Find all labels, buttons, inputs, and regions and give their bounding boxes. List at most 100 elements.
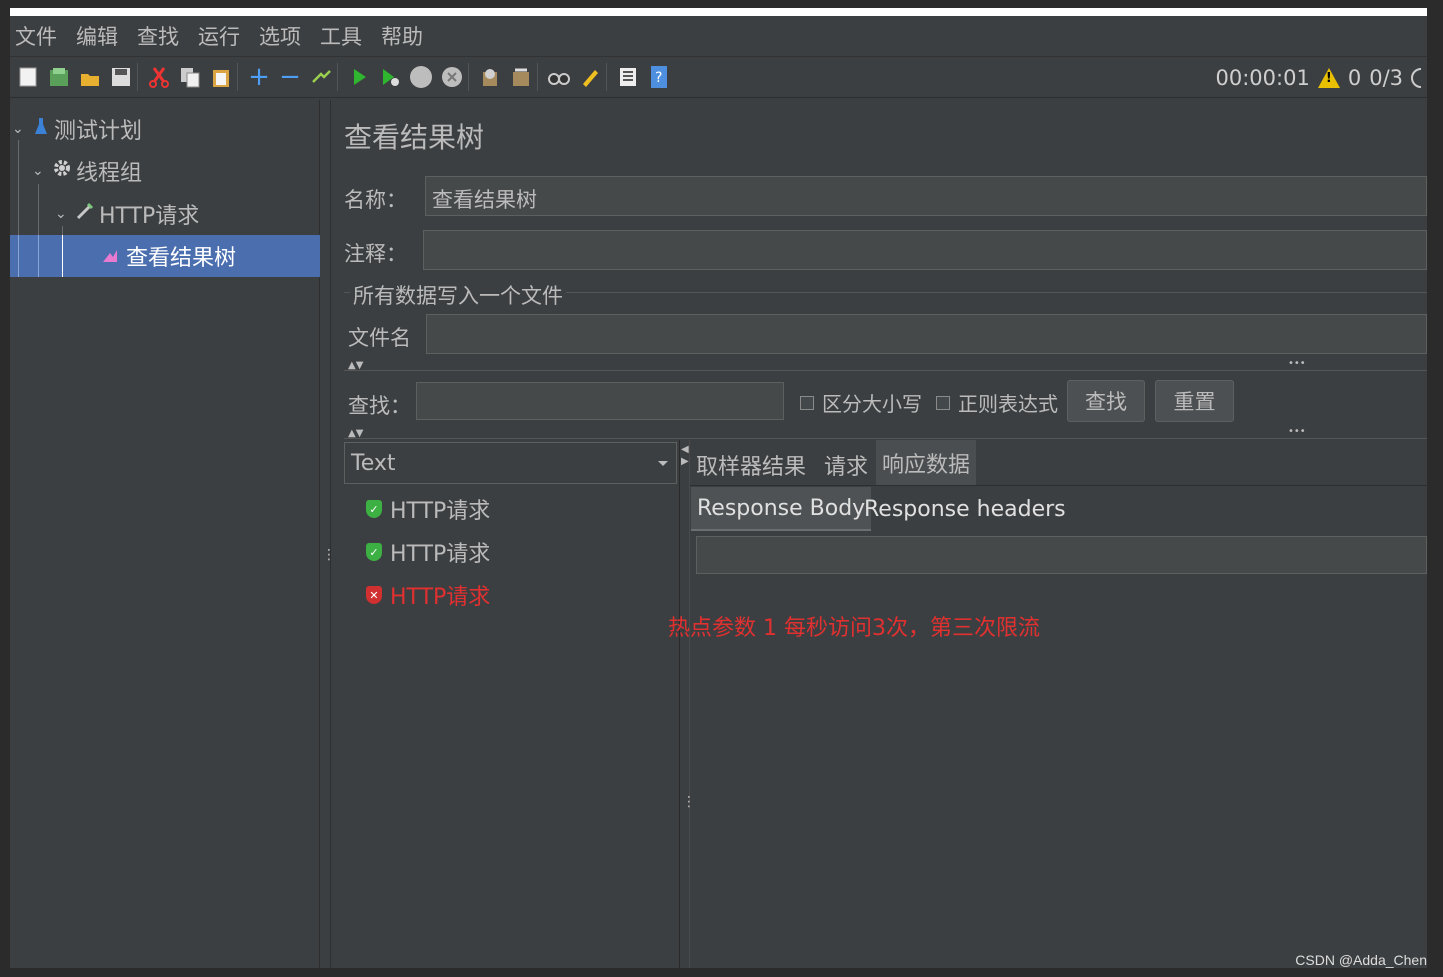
tab-underline	[690, 485, 1427, 486]
red-annotation-text: 热点参数 1 每秒访问3次，第三次限流	[668, 616, 1040, 641]
toolbar: + − ? 00:00:01 0 0/3	[10, 56, 1427, 98]
copy-icon[interactable]	[177, 64, 203, 90]
clear-icon[interactable]	[477, 64, 503, 90]
tab-response-body[interactable]: Response Body	[691, 487, 872, 531]
pane-divider[interactable]	[689, 440, 690, 968]
toolbar-separator	[337, 63, 338, 91]
result-label: HTTP请求	[390, 585, 491, 610]
tree-item-label: HTTP请求	[99, 204, 200, 229]
warning-icon[interactable]	[1317, 68, 1340, 88]
menu-search[interactable]: 查找	[132, 21, 184, 51]
watermark: CSDN @Adda_Chen	[1295, 952, 1427, 968]
checkbox-box[interactable]	[800, 395, 814, 410]
tree-guide-line	[18, 235, 19, 277]
result-item[interactable]: ✓ HTTP请求	[366, 490, 490, 528]
splitter-arrows[interactable]: ◀ ▶	[681, 444, 689, 468]
menu-bar: 文件 编辑 查找 运行 选项 工具 帮助	[10, 16, 1427, 56]
help-icon[interactable]: ?	[646, 64, 672, 90]
function-helper-icon[interactable]	[615, 64, 641, 90]
comment-label: 注释：	[344, 242, 407, 266]
save-icon[interactable]	[108, 64, 134, 90]
menu-help[interactable]: 帮助	[376, 21, 428, 51]
checkbox-box[interactable]	[936, 395, 950, 410]
pane-divider[interactable]	[330, 100, 331, 968]
result-item[interactable]: ✓ HTTP请求	[366, 533, 490, 571]
svg-text:?: ?	[655, 70, 662, 86]
renderer-select[interactable]: Text	[344, 442, 677, 484]
toolbar-separator	[137, 63, 138, 91]
chevron-down-icon[interactable]: ⌄	[32, 163, 48, 179]
response-body-field[interactable]	[696, 536, 1427, 574]
toolbar-status: 00:00:01 0 0/3	[1216, 57, 1421, 99]
paste-icon[interactable]	[208, 64, 234, 90]
filename-field[interactable]	[426, 314, 1427, 354]
search-label: 查找：	[348, 394, 411, 418]
checkbox-label: 正则表达式	[958, 392, 1058, 416]
templates-icon[interactable]	[46, 64, 72, 90]
menu-file[interactable]: 文件	[10, 21, 62, 51]
stop-icon[interactable]	[408, 64, 434, 90]
find-button[interactable]: 查找	[1067, 380, 1145, 422]
open-icon[interactable]	[77, 64, 103, 90]
tab-request[interactable]: 请求	[818, 444, 874, 486]
left-splitter-grip[interactable]: ⋮	[322, 548, 336, 562]
pane-divider[interactable]	[679, 440, 680, 968]
regex-checkbox[interactable]: 正则表达式	[936, 388, 1058, 417]
expand-icon[interactable]: +	[246, 62, 272, 92]
tree-item-label: 测试计划	[54, 119, 143, 144]
result-label: HTTP请求	[390, 542, 491, 567]
menu-tools[interactable]: 工具	[315, 21, 367, 51]
name-field[interactable]: 查看结果树	[425, 176, 1427, 216]
comment-field[interactable]	[423, 230, 1427, 270]
new-icon[interactable]	[15, 64, 41, 90]
reset-search-icon[interactable]	[577, 64, 603, 90]
error-shield-icon: ✕	[366, 586, 382, 604]
test-plan-icon	[34, 116, 48, 142]
tree-guide-line	[62, 235, 63, 277]
chevron-down-icon[interactable]: ⌄	[55, 206, 71, 222]
file-group-title: 所有数据写入一个文件	[350, 280, 566, 310]
thread-count: 0/3	[1369, 66, 1403, 90]
tree-item-http-request[interactable]: ⌄ HTTP请求	[55, 193, 199, 235]
tree-item-thread-group[interactable]: ⌄ 线程组	[32, 150, 142, 192]
filename-label: 文件名	[348, 326, 411, 350]
toggle-icon[interactable]	[308, 64, 334, 90]
chevron-down-icon[interactable]: ⌄	[12, 121, 28, 137]
search-icon[interactable]	[546, 64, 572, 90]
menu-run[interactable]: 运行	[193, 21, 245, 51]
case-sensitive-checkbox[interactable]: 区分大小写	[800, 388, 922, 417]
toolbar-separator	[468, 63, 469, 91]
divider	[344, 370, 1427, 371]
tree-item-test-plan[interactable]: ⌄ 测试计划	[10, 108, 142, 150]
start-no-pause-icon[interactable]	[377, 64, 403, 90]
window-top-border	[10, 8, 1427, 16]
reset-button[interactable]: 重置	[1155, 380, 1234, 422]
result-item[interactable]: ✕ HTTP请求	[366, 576, 490, 614]
gear-icon	[52, 158, 72, 184]
tab-response-headers[interactable]: Response headers	[858, 487, 1072, 531]
splitter-grip[interactable]: •••	[1288, 358, 1306, 369]
menu-edit[interactable]: 编辑	[71, 21, 123, 51]
divider	[344, 438, 1427, 439]
jmeter-window: 文件 编辑 查找 运行 选项 工具 帮助 + − ? 00:00:01 ! 0 …	[10, 8, 1427, 968]
tab-sampler-result[interactable]: 取样器结果	[690, 444, 812, 486]
start-icon[interactable]	[346, 64, 372, 90]
toolbar-separator	[537, 63, 538, 91]
menu-options[interactable]: 选项	[254, 21, 306, 51]
chevron-down-icon[interactable]	[658, 461, 668, 466]
clear-all-icon[interactable]	[508, 64, 534, 90]
globe-icon[interactable]	[1411, 67, 1421, 89]
tree-item-label: 查看结果树	[126, 246, 237, 271]
search-input[interactable]	[416, 382, 784, 420]
shutdown-icon[interactable]	[439, 64, 465, 90]
tree-item-label: 线程组	[76, 161, 143, 186]
renderer-value: Text	[351, 451, 396, 476]
success-shield-icon: ✓	[366, 500, 382, 518]
splitter-grip[interactable]: ⋮	[682, 795, 696, 809]
collapse-icon[interactable]: −	[277, 62, 303, 92]
tree-item-view-results-tree[interactable]: 查看结果树	[10, 235, 320, 277]
toolbar-separator	[606, 63, 607, 91]
tab-response-data[interactable]: 响应数据	[876, 440, 977, 486]
cut-icon[interactable]	[146, 64, 172, 90]
splitter-grip[interactable]: •••	[1288, 426, 1306, 437]
